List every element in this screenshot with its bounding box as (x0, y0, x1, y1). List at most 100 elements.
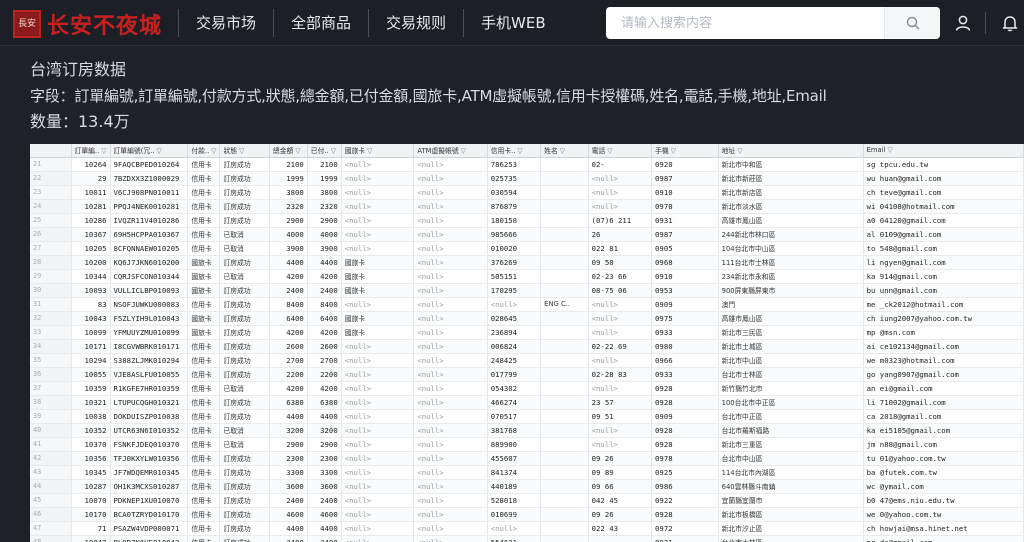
table-row[interactable]: 24 10281 PPQJ4NEK0010281 信用卡 訂房成功 2320 2320 <nu… (30, 199, 1024, 214)
table-cell: 4400 (307, 521, 342, 536)
table-row[interactable]: 46 10170 BCA0TZRYD010170 信用卡 訂房成功 4600 4600 <nu… (30, 507, 1024, 522)
column-header[interactable]: 手機 ▽ (651, 144, 719, 158)
table-cell: 440189 (487, 479, 542, 494)
filter-icon[interactable]: ▽ (239, 147, 244, 155)
cell-visible-part: 640雲林縣斗南鎮 (721, 483, 776, 491)
filter-icon[interactable]: ▽ (295, 147, 300, 155)
table-cell: 10281 (71, 199, 111, 214)
table-row[interactable]: 25 10286 IVQZR11V4010286 信用卡 訂房成功 2900 2900 <nu… (30, 213, 1024, 228)
table-cell: bu unn@gmail.com (863, 283, 1024, 298)
filter-icon[interactable]: ▽ (737, 147, 742, 155)
table-cell: 0933 (651, 367, 719, 382)
table-cell: 0922 (651, 493, 719, 508)
column-header[interactable]: 電話 ▽ (588, 144, 653, 158)
cell-visible-part: 23 57 (591, 397, 614, 407)
table-row[interactable]: 33 10099 YFMUUYZMU010099 國旅卡 訂房成功 4200 4200 國旅卡… (30, 325, 1024, 340)
table-row[interactable]: 38 10321 LTUPUCQGH010321 信用卡 訂房成功 6380 6380 <nu… (30, 395, 1024, 410)
column-header[interactable]: 姓名 ▽ (540, 144, 589, 158)
filter-icon[interactable]: ▽ (331, 147, 336, 155)
column-header[interactable]: 訂單編.. ▽ (71, 144, 111, 158)
search-input[interactable] (606, 7, 884, 39)
table-row[interactable]: 4810042PL9DZK6HE010042信用卡訂房成功34003400<nu… (30, 535, 1024, 542)
filter-icon[interactable]: ▽ (560, 147, 565, 155)
header-divider (985, 12, 986, 34)
column-header[interactable]: 付款.. ▽ (187, 144, 221, 158)
filter-icon[interactable]: ▽ (101, 147, 106, 155)
table-row[interactable]: 39 10038 DOKDUISZP010038 信用卡 訂房成功 4400 4400 <nu… (30, 409, 1024, 424)
cell-visible-part: 台北市羅斯福路 (721, 427, 770, 435)
column-header[interactable]: ATM虛擬帳號 ▽ (413, 144, 488, 158)
filter-icon[interactable]: ▽ (517, 147, 522, 155)
table-row[interactable]: 47 71 PSAZW4VDP000071 信用卡 訂房成功 4400 4400 <null>… (30, 521, 1024, 536)
filter-icon[interactable]: ▽ (211, 147, 216, 155)
table-cell: 2700 (269, 353, 308, 368)
filter-icon[interactable]: ▽ (461, 147, 466, 155)
cell-visible-part: 09 26 (591, 509, 614, 519)
nav-item-mobile-web[interactable]: 手机WEB (463, 9, 563, 37)
table-row[interactable]: 45 10070 PDKNEP1XU010070 信用卡 訂房成功 2400 2400 <nu… (30, 493, 1024, 508)
table-cell: 10345 (71, 465, 111, 480)
filter-icon[interactable]: ▽ (156, 147, 161, 155)
table-cell: 10070 (71, 493, 111, 508)
table-cell: 2320 (307, 199, 342, 214)
table-cell: 180158 (487, 213, 542, 228)
table-row[interactable]: 35 10294 S388ZLJMK010294 信用卡 訂房成功 2700 2700 <nu… (30, 353, 1024, 368)
filter-icon[interactable]: ▽ (607, 147, 612, 155)
column-header[interactable]: 地址 ▽ (718, 144, 864, 158)
table-row[interactable]: 40 10352 UTCR63N6I010352 信用卡 已取消 3200 3200 <nul… (30, 423, 1024, 438)
cell-visible-part: 新北市中和區 (721, 161, 763, 169)
table-row[interactable]: 37 10359 R1KGFE7HR010359 信用卡 已取消 4200 4200 <nul… (30, 381, 1024, 396)
site-logo[interactable]: 長安 长安不夜城 (13, 8, 162, 40)
filter-icon[interactable]: ▽ (367, 147, 372, 155)
nav-item-market[interactable]: 交易市场 (178, 9, 273, 37)
user-icon[interactable] (952, 12, 974, 34)
column-header[interactable]: 信用卡.. ▽ (487, 144, 542, 158)
table-row[interactable]: 30 10093 VULLICLBP010093 國旅卡 訂房成功 2400 2400 國旅卡… (30, 283, 1024, 298)
table-cell: 訂房成功 (219, 465, 270, 480)
table-cell: 2320 (269, 199, 308, 214)
table-row[interactable]: 41 10370 FSNKFJDEQ010370 信用卡 已取消 2900 2900 <nul… (30, 437, 1024, 452)
table-row[interactable]: 23 10011 V6CJ908PN010011 信用卡 訂房成功 3800 3800 <nu… (30, 185, 1024, 200)
table-cell: 3200 (307, 423, 342, 438)
table-cell: ca 2018@gmail.com (863, 409, 1024, 424)
row-number: 21 (30, 157, 72, 172)
table-row[interactable]: 32 10043 F5ZLYIH9L010043 國旅卡 訂房成功 6400 6400 國旅卡… (30, 311, 1024, 326)
table-row[interactable]: 29 10344 CQRJSFCON010344 國旅卡 已取消 4200 4200 國旅卡 <… (30, 269, 1024, 284)
table-cell: 09 51 (588, 409, 653, 424)
table-row[interactable]: 44 10287 OH1K3MCXS010287 信用卡 訂房成功 3600 3600 <nu… (30, 479, 1024, 494)
column-header[interactable]: Email ▽ (863, 144, 1024, 158)
table-row[interactable]: 34 10171 I8CGVWBRK010171 信用卡 訂房成功 2600 2600 <nu… (30, 339, 1024, 354)
nav-item-all-products[interactable]: 全部商品 (273, 9, 368, 37)
table-row[interactable]: 28 10200 KQ6J7JKN6010200 國旅卡 訂房成功 4400 4400 國旅卡… (30, 255, 1024, 270)
cell-visible-part: 新北市新店區 (721, 189, 763, 197)
column-header[interactable]: 總金額 ▽ (269, 144, 308, 158)
column-header[interactable]: 訂單編號(冗.. ▽ (110, 144, 189, 158)
table-cell: 0980 (651, 339, 719, 354)
nav-item-rules[interactable]: 交易规则 (368, 9, 463, 37)
table-cell (540, 493, 589, 508)
table-cell: <null> (341, 535, 415, 542)
table-cell: 69H5HCPPA010367 (110, 227, 189, 242)
table-row[interactable]: 22 29 7BZDXX3Z1000029 信用卡 訂房成功 1999 1999 <null>… (30, 171, 1024, 186)
table-row[interactable]: 31 83 NSOFJUWKU000083 信用卡 訂房成功 8400 8400 <null>… (30, 297, 1024, 312)
table-row[interactable]: 36 10055 VJE8ASLFU010055 信用卡 訂房成功 2200 2200 <nu… (30, 367, 1024, 382)
column-header[interactable]: 已付.. ▽ (307, 144, 342, 158)
table-cell: DOKDUISZP010038 (110, 409, 189, 424)
table-cell: 國旅卡 (341, 269, 415, 284)
column-header[interactable]: 狀態 ▽ (219, 144, 270, 158)
product-info: 台湾订房数据 字段：訂單編號,訂單編號,付款方式,狀態,總金額,已付金額,國旅卡… (30, 57, 827, 135)
cell-visible-part: 新北市三民區 (721, 329, 763, 337)
row-number: 39 (30, 409, 72, 424)
cell-visible-part: me _ck2012@hotmail.com (866, 299, 964, 309)
table-row[interactable]: 27 10205 8CFQNNAEW010205 信用卡 已取消 3900 3900 <nul… (30, 241, 1024, 256)
table-row[interactable]: 21 10264 9FAQCBPED010264 信用卡 訂房成功 2100 2100 <nu… (30, 157, 1024, 172)
table-cell: <null> (413, 535, 488, 542)
bell-icon[interactable] (999, 12, 1021, 34)
filter-icon[interactable]: ▽ (671, 147, 676, 155)
table-row[interactable]: 43 10345 JF7WDQEMR010345 信用卡 訂房成功 3300 3300 <nu… (30, 465, 1024, 480)
table-row[interactable]: 26 10367 69H5HCPPA010367 信用卡 已取消 4000 4000 <nul… (30, 227, 1024, 242)
filter-icon[interactable]: ▽ (887, 146, 892, 154)
column-header[interactable]: 國旅卡 ▽ (341, 144, 415, 158)
table-row[interactable]: 42 10356 TFJ0KXYLW010356 信用卡 訂房成功 2300 2300 <nu… (30, 451, 1024, 466)
search-button[interactable] (884, 7, 940, 39)
